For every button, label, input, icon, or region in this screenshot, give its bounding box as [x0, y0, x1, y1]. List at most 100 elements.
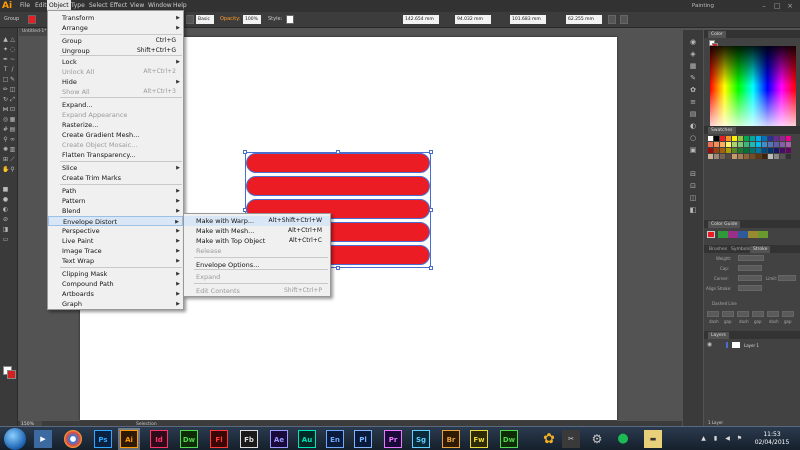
layers-panel-icon[interactable]: ◧	[689, 206, 697, 214]
swatch[interactable]	[762, 136, 767, 141]
symbol-sprayer-tool-icon[interactable]: ✺	[2, 146, 9, 153]
swatch[interactable]	[708, 142, 713, 147]
menu-item-transform[interactable]: Transform ▶	[48, 13, 183, 23]
brush-definition-dropdown[interactable]: Basic	[196, 15, 214, 24]
menu-item-flatten-transparency[interactable]: Flatten Transparency...	[48, 150, 183, 160]
screen-mode-icon[interactable]: ▭	[2, 236, 9, 243]
menu-item-artboards[interactable]: Artboards ▶	[48, 289, 183, 299]
menu-item-graph[interactable]: Graph ▶	[48, 299, 183, 309]
swatch[interactable]	[744, 154, 749, 159]
harmony-swatch[interactable]	[738, 231, 748, 238]
align-icon[interactable]	[620, 15, 628, 24]
tray-arrow-icon[interactable]: ▲	[700, 435, 707, 442]
volume-icon[interactable]: ◀	[724, 435, 731, 442]
hand-tool-icon[interactable]: ✋	[2, 166, 9, 173]
visibility-eye-icon[interactable]: ◉	[706, 341, 713, 348]
submenu-item-envelope-options[interactable]: Envelope Options...	[184, 260, 330, 270]
taskbar-app-fb-icon[interactable]: Fb	[240, 430, 258, 448]
swatch[interactable]	[756, 154, 761, 159]
swatch[interactable]	[714, 136, 719, 141]
taskbar-app-au-icon[interactable]: Au	[298, 430, 316, 448]
swatch[interactable]	[786, 136, 791, 141]
menu-item-rasterize[interactable]: Rasterize...	[48, 120, 183, 130]
network-icon[interactable]: ▮	[712, 435, 719, 442]
transform-icon[interactable]	[608, 15, 616, 24]
fill-indicator-icon[interactable]: ■	[2, 186, 9, 193]
swatch[interactable]	[786, 142, 791, 147]
gradient-mode-icon[interactable]: ◐	[2, 206, 9, 213]
draw-mode-icon[interactable]: ◨	[2, 226, 9, 233]
gradient-panel-icon[interactable]: ▤	[689, 110, 697, 118]
spotify-icon[interactable]: ●	[614, 430, 632, 448]
swatch[interactable]	[708, 136, 713, 141]
harmony-swatch[interactable]	[748, 231, 758, 238]
submenu-item-make-with-mesh[interactable]: Make with Mesh... Alt+Ctrl+M	[184, 226, 330, 236]
swatch[interactable]	[756, 148, 761, 153]
rectangle-tool-icon[interactable]: □	[2, 76, 9, 83]
submenu-item-release[interactable]: Release	[184, 246, 330, 256]
swatch[interactable]	[738, 142, 743, 147]
color-mode-icon[interactable]: ●	[2, 196, 9, 203]
swatch[interactable]	[732, 154, 737, 159]
menu-item-live-paint[interactable]: Live Paint ▶	[48, 236, 183, 246]
tab-brushes[interactable]: Brushes	[706, 246, 730, 253]
workspace-switcher[interactable]: Painting	[692, 0, 714, 12]
selection-handle[interactable]	[243, 150, 247, 154]
swatch[interactable]	[750, 148, 755, 153]
taskbar-app-br-icon[interactable]: Br	[442, 430, 460, 448]
swatch[interactable]	[780, 154, 785, 159]
swatch[interactable]	[762, 148, 767, 153]
tab-swatches[interactable]: Swatches	[708, 127, 736, 134]
menu-item-expand[interactable]: Expand...	[48, 100, 183, 110]
taskbar-app-ai-icon[interactable]: Ai	[120, 430, 138, 448]
swatch[interactable]	[750, 154, 755, 159]
lasso-tool-icon[interactable]: ◌	[9, 46, 16, 53]
swatch[interactable]	[744, 136, 749, 141]
swatch[interactable]	[780, 142, 785, 147]
appearance-panel-icon[interactable]: ○	[689, 134, 697, 142]
swatch[interactable]	[720, 142, 725, 147]
harmony-swatch[interactable]	[758, 231, 768, 238]
swatch[interactable]	[708, 148, 713, 153]
steam-icon[interactable]: ⚙	[588, 430, 606, 448]
chrome-icon[interactable]	[64, 430, 82, 448]
eraser-tool-icon[interactable]: ◫	[9, 86, 16, 93]
width-field[interactable]: 101.683 mm	[510, 15, 546, 24]
eyedropper-tool-icon[interactable]: ⚲	[2, 136, 9, 143]
selection-handle[interactable]	[336, 266, 340, 270]
direct-selection-tool-icon[interactable]: △	[9, 36, 16, 43]
taskbar-app-pr-icon[interactable]: Pr	[384, 430, 402, 448]
taskbar-app-pl-icon[interactable]: Pl	[354, 430, 372, 448]
menu-item-slice[interactable]: Slice ▶	[48, 163, 183, 173]
close-icon[interactable]: ×	[786, 2, 794, 10]
swatch[interactable]	[714, 142, 719, 147]
taskbar-app-dw-icon[interactable]: Dw	[180, 430, 198, 448]
selection-handle[interactable]	[429, 266, 433, 270]
line-tool-icon[interactable]: /	[9, 66, 16, 73]
shape-builder-tool-icon[interactable]: ◎	[2, 116, 9, 123]
menu-item-clipping-mask[interactable]: Clipping Mask ▶	[48, 269, 183, 279]
swatch[interactable]	[768, 154, 773, 159]
menu-item-expand-appearance[interactable]: Expand Appearance	[48, 110, 183, 120]
column-graph-tool-icon[interactable]: ▥	[9, 146, 16, 153]
swatch[interactable]	[774, 136, 779, 141]
transform-panel-icon[interactable]: ⊡	[689, 182, 697, 190]
rotate-tool-icon[interactable]: ↻	[2, 96, 9, 103]
start-button[interactable]	[4, 428, 26, 450]
swatch[interactable]	[774, 154, 779, 159]
selection-handle[interactable]	[429, 208, 433, 212]
gap-field[interactable]	[752, 311, 764, 317]
swatch[interactable]	[726, 148, 731, 153]
folder-icon[interactable]: ▬	[644, 430, 662, 448]
limit-field[interactable]	[778, 275, 796, 281]
swatch[interactable]	[744, 142, 749, 147]
mesh-tool-icon[interactable]: #	[2, 126, 9, 133]
menu-item-lock[interactable]: Lock ▶	[48, 57, 183, 67]
zoom-tool-icon[interactable]: ⚲	[9, 166, 16, 173]
swatch[interactable]	[762, 142, 767, 147]
tab-stroke[interactable]: Stroke	[750, 246, 771, 253]
menu-item-text-wrap[interactable]: Text Wrap ▶	[48, 256, 183, 266]
tool-icon[interactable]: ✂	[562, 430, 580, 448]
blend-tool-icon[interactable]: ∞	[9, 136, 16, 143]
opacity-field[interactable]: 100%	[243, 15, 261, 24]
